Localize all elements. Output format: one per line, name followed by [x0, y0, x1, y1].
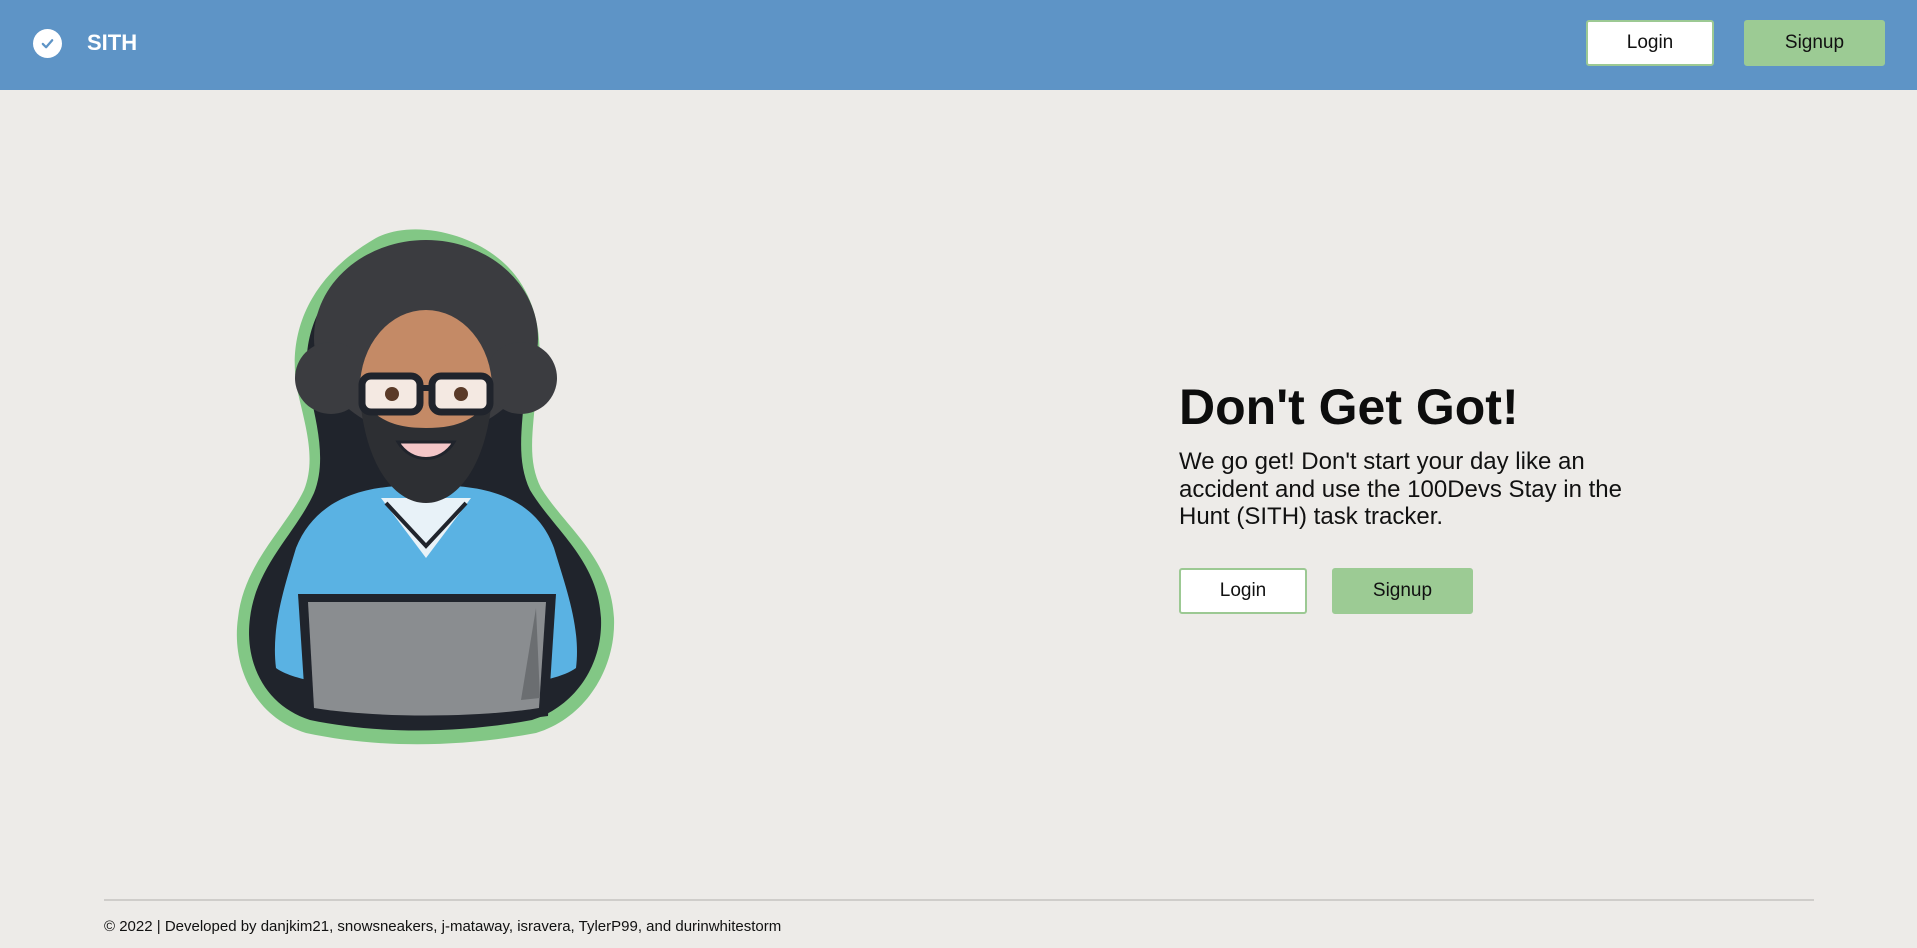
- checkmark-glyph: [41, 39, 54, 49]
- hero-login-button[interactable]: Login: [1179, 568, 1307, 614]
- footer-divider: [104, 899, 1814, 901]
- brand-name[interactable]: SITH: [87, 30, 137, 56]
- nav-login-button[interactable]: Login: [1586, 20, 1714, 66]
- developer-mascot-illustration: [236, 229, 615, 745]
- footer-credits: © 2022 | Developed by danjkim21, snowsne…: [104, 918, 782, 935]
- nav-signup-button[interactable]: Signup: [1744, 20, 1885, 66]
- navbar: SITH Login Signup: [0, 0, 1917, 90]
- hero-signup-button[interactable]: Signup: [1332, 568, 1473, 614]
- hero-title: Don't Get Got!: [1179, 379, 1519, 435]
- hero-description: We go get! Don't start your day like an …: [1179, 448, 1622, 530]
- check-circle-icon[interactable]: [33, 29, 62, 58]
